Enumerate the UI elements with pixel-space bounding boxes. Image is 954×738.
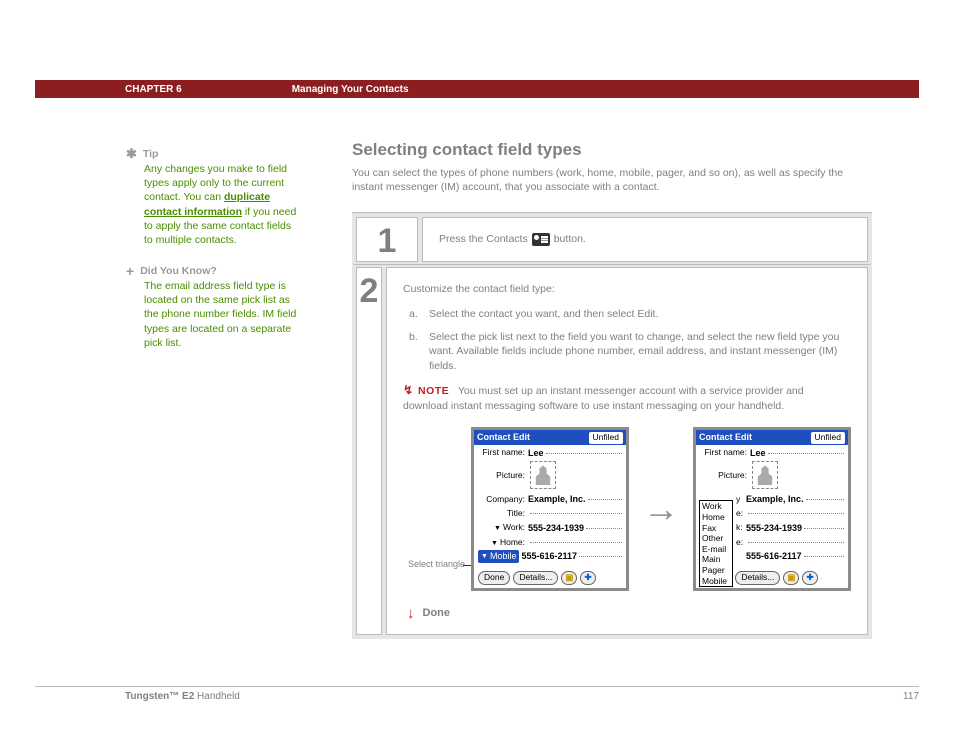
palm-title: Contact Edit: [477, 431, 530, 444]
note-text: You must set up an instant messenger acc…: [403, 385, 804, 412]
palm-category: Unfiled: [589, 432, 623, 444]
dyk-label: Did You Know?: [140, 265, 217, 277]
intro-text: You can select the types of phone number…: [352, 166, 872, 194]
selected-mobile-field: ▼Mobile: [478, 550, 519, 563]
step-1-body: Press the Contacts button.: [439, 232, 851, 247]
triangle-icon: ▼: [491, 540, 498, 547]
picture-placeholder: [530, 461, 556, 489]
step-2-row: 2 Customize the contact field type: a.Se…: [354, 265, 870, 637]
step-1-number: 1: [378, 222, 397, 261]
screenshots-row: Select triangle Contact Edit Unfiled Fir…: [403, 427, 851, 591]
sidebar: ✱ Tip Any changes you make to field type…: [126, 148, 301, 368]
chapter-title: Managing Your Contacts: [292, 84, 409, 95]
contacts-icon: [532, 233, 550, 246]
note-icon: ↯: [403, 383, 413, 397]
step-1-row: 1 Press the Contacts button.: [354, 215, 870, 265]
tip-block: ✱ Tip Any changes you make to field type…: [126, 148, 301, 247]
step-2b: b.Select the pick list next to the field…: [403, 330, 851, 374]
did-you-know-block: + Did You Know? The email address field …: [126, 265, 301, 350]
palm-plus-button: ✚: [580, 571, 595, 585]
note-label: NOTE: [418, 385, 449, 397]
palm-screenshot-1: Contact Edit Unfiled First name:Lee Pict…: [471, 427, 629, 591]
page-number: 117: [903, 691, 919, 702]
asterisk-icon: ✱: [126, 148, 137, 160]
dyk-body: The email address field type is located …: [144, 279, 301, 350]
palm-note-button: ▣: [561, 571, 577, 585]
palm-details-button: Details...: [513, 571, 558, 585]
triangle-icon: ▼: [494, 525, 501, 532]
chapter-header: CHAPTER 6 Managing Your Contacts: [35, 80, 919, 98]
product-name: Tungsten™ E2 Handheld: [125, 691, 240, 702]
arrow-right-icon: →: [643, 484, 679, 534]
tip-body: Any changes you make to field types appl…: [144, 162, 301, 247]
palm-done-button: Done: [478, 571, 510, 585]
page-footer: Tungsten™ E2 Handheld 117: [35, 686, 919, 702]
main-content: Selecting contact field types You can se…: [352, 140, 872, 639]
palm-screenshot-2: Contact Edit Unfiled First name:Lee Pict…: [693, 427, 851, 591]
page-heading: Selecting contact field types: [352, 140, 872, 160]
steps-container: 1 Press the Contacts button. 2 Customize…: [352, 212, 872, 639]
select-triangle-label: Select triangle: [397, 559, 465, 569]
step-2-lead: Customize the contact field type:: [403, 282, 851, 297]
done-indicator: ↓ Done: [407, 599, 851, 624]
tip-label: Tip: [143, 148, 159, 160]
step-2-number: 2: [360, 272, 379, 311]
note-row: ↯ NOTE You must set up an instant messen…: [403, 382, 851, 413]
chapter-number: CHAPTER 6: [125, 84, 182, 95]
plus-icon: +: [126, 265, 134, 277]
field-type-picklist: Work Home Fax Other E-mail Main Pager Mo…: [699, 500, 733, 587]
done-arrow-icon: ↓: [407, 603, 415, 624]
done-label: Done: [423, 606, 451, 621]
step-2a: a.Select the contact you want, and then …: [403, 307, 851, 322]
